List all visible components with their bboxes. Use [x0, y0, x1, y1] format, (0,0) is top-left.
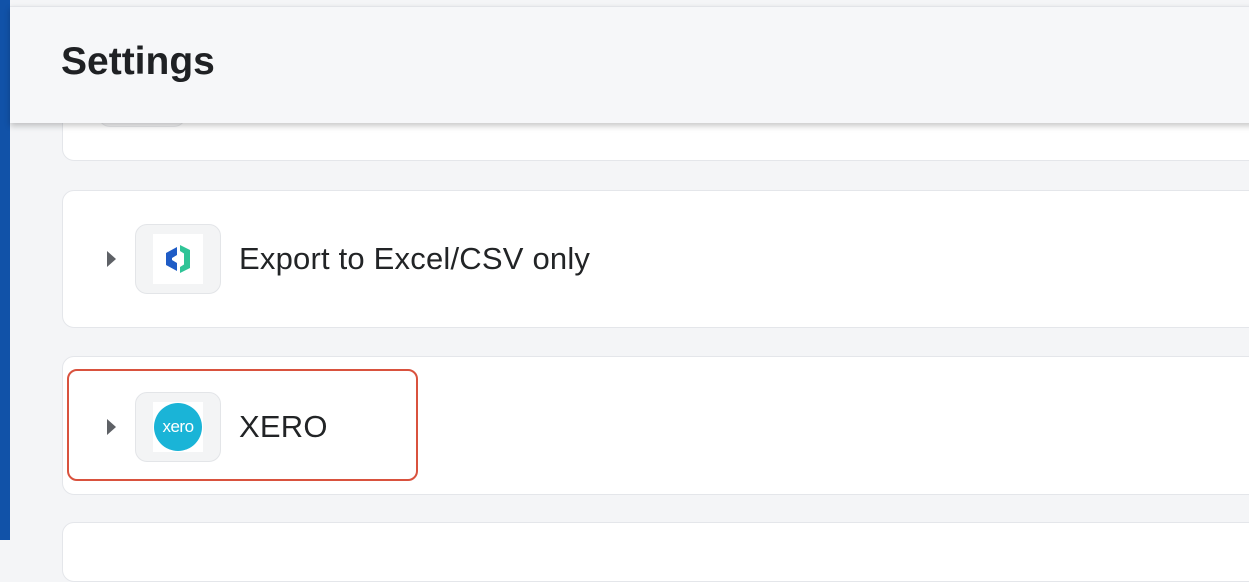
integration-label-excel: Export to Excel/CSV only [239, 241, 591, 276]
page-title: Settings [61, 40, 215, 83]
expand-caret-icon[interactable] [107, 419, 116, 435]
left-rail [0, 0, 10, 540]
xero-logo-icon: xero [154, 403, 202, 451]
excel-csv-export-icon [153, 234, 203, 284]
page-header: Settings [10, 6, 1249, 123]
excel-logo-box [135, 224, 221, 294]
expand-caret-icon[interactable] [107, 251, 116, 267]
xero-logo: xero [153, 402, 203, 452]
integration-row-xero[interactable]: xero XERO [52, 392, 328, 462]
xero-logo-box: xero [135, 392, 221, 462]
integration-row-excel[interactable]: Export to Excel/CSV only [52, 224, 590, 294]
integration-card-next [62, 522, 1249, 582]
integration-label-xero: XERO [239, 409, 328, 444]
